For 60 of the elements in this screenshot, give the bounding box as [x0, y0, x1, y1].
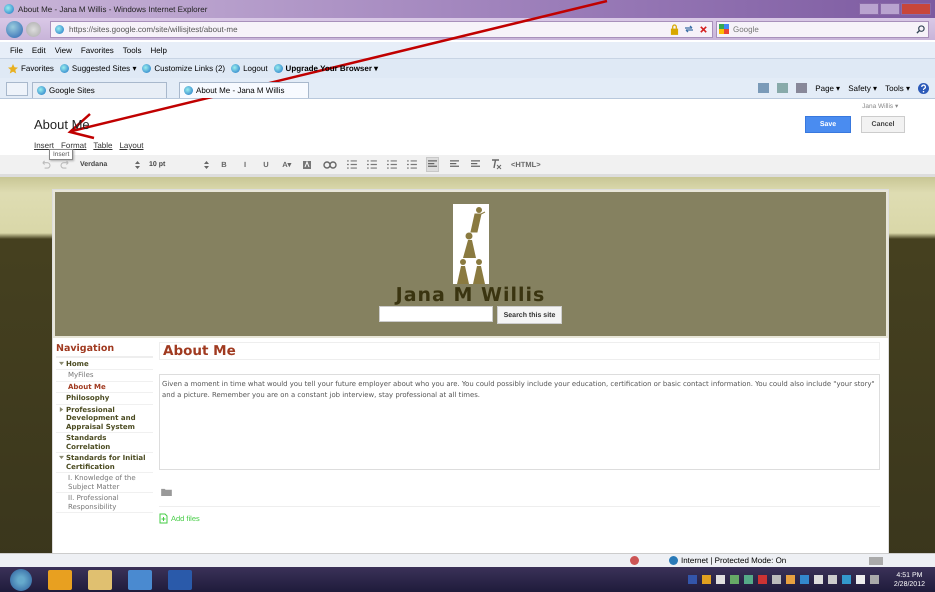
folder-icon: [161, 488, 172, 496]
page-icon: [142, 64, 152, 73]
bullet-list-icon[interactable]: [366, 160, 377, 169]
command-button[interactable]: Safety ▾: [848, 84, 878, 92]
window-title: About Me - Jana M Willis - Windows Internet Explorer: [18, 4, 208, 14]
menu-item[interactable]: Help: [150, 46, 167, 54]
minimize-button[interactable]: [859, 3, 879, 15]
browser-tab[interactable]: Google Sites: [32, 82, 167, 98]
refresh-icon[interactable]: [684, 24, 694, 34]
google-icon: [719, 24, 729, 34]
outdent-icon[interactable]: [386, 160, 397, 169]
browser-tab[interactable]: About Me - Jana M Willis: [179, 82, 309, 98]
favorites-link[interactable]: Logout: [231, 64, 268, 73]
editor-menu[interactable]: Insert: [34, 141, 54, 150]
page-icon: [37, 86, 46, 95]
link-icon[interactable]: [323, 160, 337, 168]
page-icon: [231, 64, 240, 73]
text-area[interactable]: [159, 374, 880, 470]
editor-menu[interactable]: Format: [61, 141, 86, 150]
page-icon: [60, 64, 69, 73]
editor-menu[interactable]: Layout: [119, 141, 144, 150]
indent-icon[interactable]: [406, 160, 417, 169]
stop-icon[interactable]: [699, 24, 708, 34]
favorites-link[interactable]: Favorites: [8, 64, 54, 74]
editor-menu[interactable]: Table: [93, 141, 112, 150]
menu-item[interactable]: View: [54, 46, 72, 54]
dropdown-arrows-icon: [204, 160, 209, 168]
navigation-heading: Navigation: [56, 342, 153, 358]
dropdown-arrows-icon: [135, 160, 140, 168]
add-file-icon[interactable]: [159, 513, 168, 524]
favorites-link[interactable]: Customize Links (2): [142, 64, 226, 73]
star-icon: [8, 64, 18, 74]
search-field[interactable]: Google: [716, 20, 929, 38]
maximize-button[interactable]: [880, 3, 900, 15]
align-button[interactable]: [426, 157, 439, 172]
back-button[interactable]: [6, 20, 23, 38]
start-button[interactable]: [10, 568, 32, 590]
page-icon: [274, 64, 283, 73]
globe-icon: [669, 556, 678, 565]
favorites-link[interactable]: Suggested Sites ▾: [60, 64, 136, 73]
lock-icon: [670, 24, 679, 34]
page-icon: [55, 24, 64, 34]
site-search-field[interactable]: [378, 306, 493, 322]
site-name: Jana M Willis: [396, 284, 546, 306]
menu-item[interactable]: Favorites: [80, 46, 114, 54]
command-button[interactable]: Page ▾: [815, 84, 840, 92]
zone-text: Internet | Protected Mode: On: [681, 556, 786, 565]
numbered-list-icon[interactable]: [346, 160, 357, 169]
help-icon[interactable]: [918, 82, 929, 94]
menu-item[interactable]: Edit: [32, 46, 46, 54]
address-field[interactable]: https://sites.google.com/site/willisjtest/about-me: [50, 20, 713, 38]
page-heading: About Me: [159, 342, 880, 360]
search-icon[interactable]: [916, 24, 925, 34]
command-button[interactable]: Tools ▾: [885, 84, 910, 92]
menu-item[interactable]: Tools: [122, 46, 142, 54]
clear-formatting-icon[interactable]: [490, 159, 502, 170]
highlight-icon[interactable]: [302, 160, 314, 170]
page-icon: [184, 86, 193, 95]
browser-icon: [4, 4, 14, 14]
menu-item[interactable]: File: [10, 46, 23, 54]
